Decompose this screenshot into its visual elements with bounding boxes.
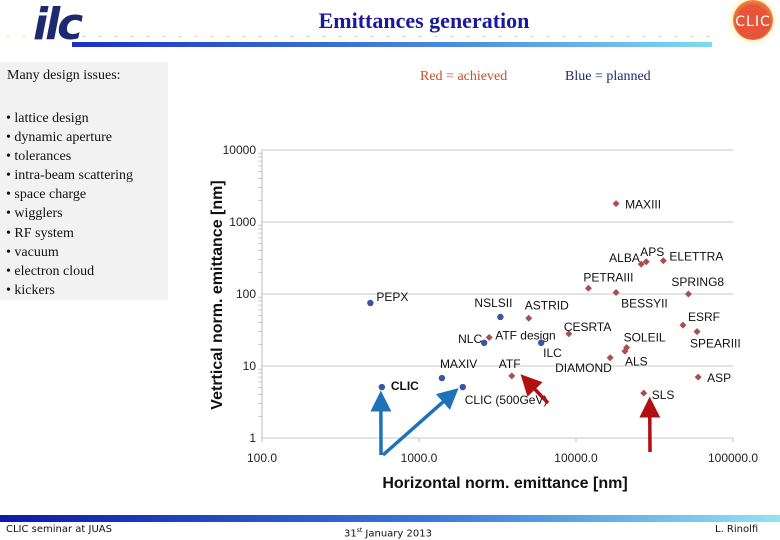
point-label: MAXIII: [625, 198, 661, 212]
achieved-point: [684, 290, 692, 298]
point-label: PEPX: [376, 290, 408, 304]
y-axis-label: Vetrtical norm. emittance [nm]: [209, 180, 226, 409]
footer-date: 31st January 2013: [344, 527, 432, 539]
x-tick-label: 1000.0: [401, 451, 438, 465]
achieved-point: [693, 328, 701, 336]
planned-point: [459, 383, 466, 391]
achieved-point: [694, 373, 702, 381]
point-label: CLIC: [391, 379, 419, 393]
x-tick-label: 10000.0: [554, 451, 598, 465]
point-label: CLIC (500GeV): [465, 393, 548, 407]
footer-date-rest: January 2013: [362, 528, 432, 540]
point-label: SPRING8: [671, 275, 724, 289]
achieved-point: [612, 200, 620, 208]
point-label: DIAMOND: [555, 361, 612, 375]
point-label: APS: [640, 245, 664, 259]
point-label: PETRAIII: [583, 270, 633, 284]
point-label: CESRTA: [564, 320, 612, 334]
point-label: ASTRID: [525, 298, 569, 312]
achieved-point: [508, 372, 516, 380]
y-tick-label: 100: [236, 287, 256, 301]
y-tick-label: 1: [249, 431, 256, 445]
arrow-to-clic-500gev: [381, 388, 459, 457]
planned-point: [378, 383, 386, 391]
y-tick-label: 10: [243, 359, 257, 373]
y-tick-label: 10000: [223, 143, 257, 157]
x-axis-label: Horizontal norm. emittance [nm]: [382, 475, 627, 492]
achieved-point: [485, 333, 493, 341]
point-label: ASP: [707, 371, 731, 385]
achieved-point: [612, 288, 620, 296]
point-label: ALS: [625, 354, 648, 368]
planned-point: [497, 313, 504, 321]
point-label: ELETTRA: [669, 250, 723, 264]
achieved-point: [640, 389, 648, 397]
point-label: ATF: [499, 357, 521, 371]
point-label: SOLEIL: [624, 331, 666, 345]
point-label: ESRF: [688, 310, 720, 324]
footer-gradient-bar: [0, 515, 780, 522]
point-label: NLC: [458, 332, 482, 346]
x-tick-label: 100.0: [247, 451, 277, 465]
point-label: BESSYII: [621, 296, 668, 310]
footer-event: CLIC seminar at JUAS: [6, 524, 112, 535]
chart-points: PEPX CLIC MAXIV CLIC (500GeV) NSLSII NLC ILC AT…: [367, 198, 741, 407]
footer-date-day: 31: [344, 528, 357, 540]
footer-author: L. Rinolfi: [715, 524, 759, 535]
emittance-scatter-chart: 1 10 100 1000 10000 100.0 1000.0 10000.0 100000.…: [209, 143, 758, 492]
point-label: NSLSII: [474, 296, 512, 310]
planned-point: [367, 299, 374, 307]
point-label: ILC: [543, 346, 562, 360]
point-label: MAXIV: [440, 357, 477, 371]
y-tick-label: 1000: [229, 215, 256, 229]
achieved-point: [584, 284, 592, 292]
achieved-point: [679, 321, 687, 329]
point-label: ATF design: [495, 328, 555, 342]
x-tick-label: 100000.0: [708, 451, 758, 465]
planned-point: [438, 374, 446, 382]
point-label: SPEARIII: [690, 337, 741, 351]
point-label: ALBA: [609, 251, 640, 265]
point-label: SLS: [652, 388, 675, 402]
achieved-point: [525, 314, 533, 322]
